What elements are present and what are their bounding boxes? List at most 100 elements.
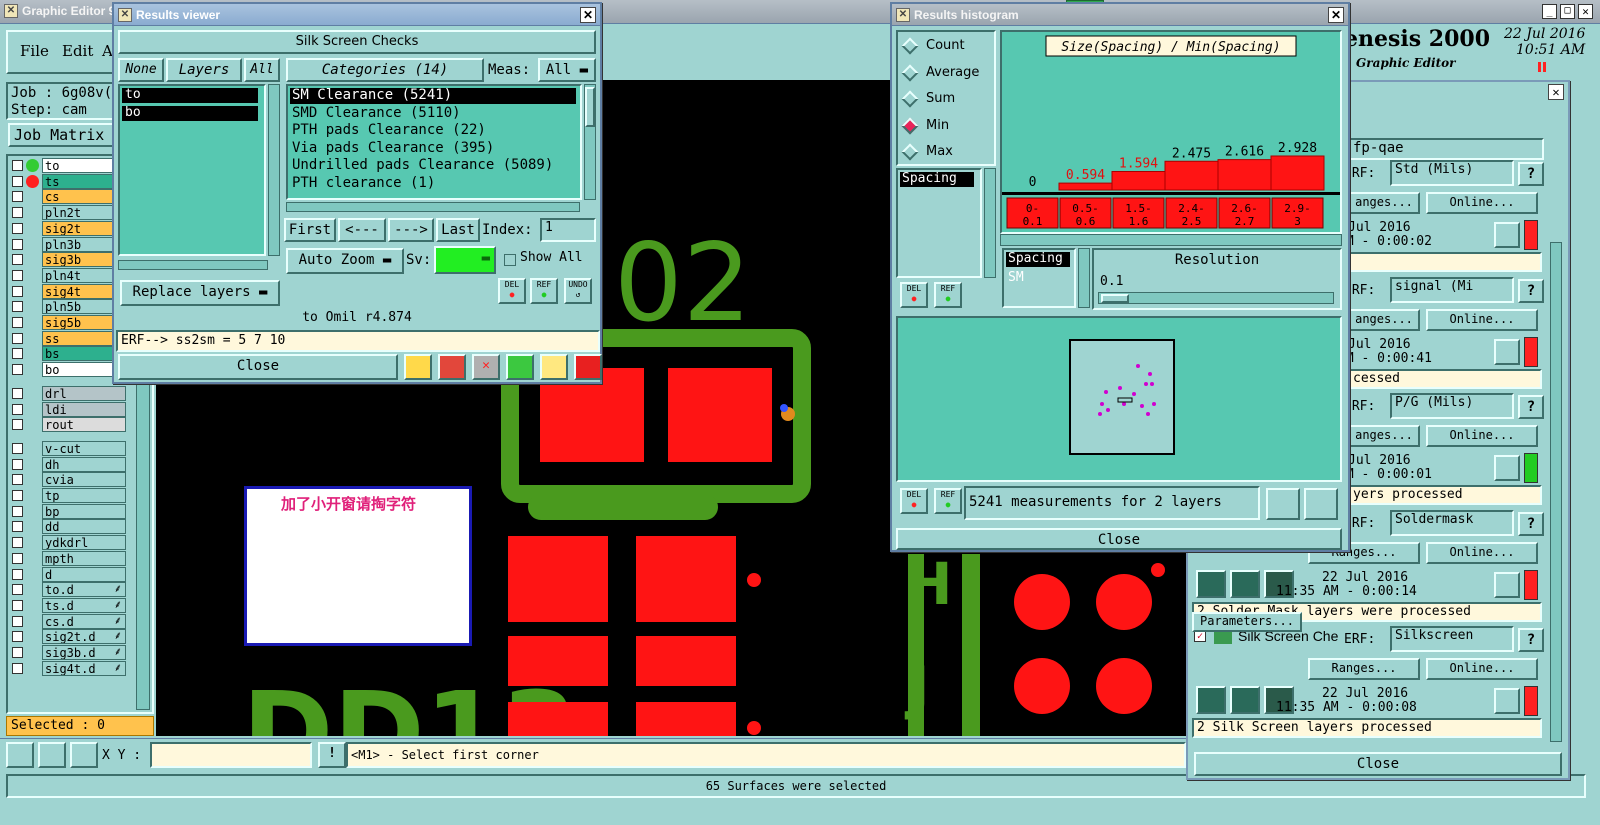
layer-row[interactable]: pln5b [10, 299, 126, 315]
layer-list-scrollbar[interactable] [268, 84, 280, 256]
zoom-results-icon[interactable] [1494, 338, 1520, 365]
minimize-button[interactable]: _ [1542, 4, 1557, 19]
menu-file[interactable]: File [20, 42, 49, 60]
layer-row[interactable]: bp [10, 503, 126, 519]
layer-row[interactable]: sig5b [10, 315, 126, 330]
histogram-titlebar[interactable]: ✕ Results histogram ✕ [892, 4, 1348, 26]
spacing-scrollbar[interactable] [984, 168, 996, 278]
list2-scrollbar[interactable] [1078, 248, 1090, 308]
help-button[interactable]: ? [1518, 395, 1544, 419]
category-item[interactable]: Via pads Clearance (395) [290, 140, 576, 157]
erf-field[interactable]: Soldermask [1390, 509, 1514, 536]
category-list[interactable]: SM Clearance (5241) SMD Clearance (5110) P… [286, 84, 582, 200]
layer-checkbox[interactable] [12, 317, 23, 328]
run-check-icon[interactable] [1196, 686, 1226, 714]
xy-input[interactable] [150, 742, 312, 768]
layer-row[interactable]: sig2t.d ⸙ [10, 629, 126, 645]
zoom-results-icon[interactable] [1494, 222, 1520, 248]
zoom-results-icon[interactable] [1494, 571, 1520, 598]
close-main-button[interactable]: ✕ [1578, 4, 1593, 19]
layer-checkbox[interactable] [12, 285, 23, 297]
result-layer-item[interactable]: to [122, 88, 258, 103]
layer-row[interactable]: pln3b [10, 236, 126, 252]
replace-layers-dropdown[interactable]: Replace layers ▬ [120, 280, 280, 306]
layer-checkbox[interactable] [12, 160, 23, 171]
layer-checkbox[interactable] [12, 175, 23, 187]
category-item[interactable]: SMD Clearance (5110) [290, 105, 576, 122]
layer-checkbox[interactable] [12, 301, 23, 313]
maximize-button[interactable]: □ [1560, 4, 1575, 19]
layer-row[interactable]: sig4t [10, 283, 126, 299]
layer-list2[interactable]: Spacing SM [1002, 248, 1076, 308]
layer-checkbox[interactable] [12, 207, 23, 219]
layer-row[interactable]: ts [10, 173, 126, 189]
sv-color-dropdown[interactable]: ▬ [434, 246, 496, 274]
layer-row[interactable]: to.d ⸙ [10, 582, 126, 598]
notes-icon[interactable] [540, 354, 568, 380]
report-icon[interactable] [404, 354, 432, 380]
layer-row[interactable]: sig2t [10, 220, 126, 236]
zoom-results-icon[interactable] [1494, 688, 1520, 714]
layer-checkbox[interactable] [12, 584, 23, 596]
hist-del-icon[interactable]: DEL ● [900, 282, 928, 308]
ranges-button[interactable]: anges... [1348, 425, 1420, 447]
category-item[interactable]: Undrilled pads Clearance (5089) [290, 158, 576, 174]
hist-ref-icon[interactable]: REF ● [934, 282, 962, 308]
last-button[interactable]: Last [436, 218, 480, 242]
erf-field[interactable]: Std (Mils) [1390, 160, 1514, 186]
layer-row[interactable]: v-cut [10, 440, 126, 456]
help-button[interactable]: ? [1518, 511, 1544, 536]
category-item[interactable]: PTH pads Clearance (22) [290, 123, 576, 139]
layer-checkbox[interactable] [12, 442, 23, 454]
layer-checkbox[interactable] [12, 521, 23, 533]
erf-scrollbar[interactable] [1550, 242, 1562, 742]
viewer-titlebar[interactable]: ✕ Results viewer ✕ [114, 4, 600, 26]
stat-option-min[interactable]: Min [901, 116, 992, 138]
ranges-button[interactable]: anges... [1348, 308, 1420, 331]
layer-row[interactable]: dh [10, 456, 126, 472]
zoom-out-icon[interactable] [1304, 488, 1338, 520]
scroll-thumb[interactable] [585, 87, 595, 127]
online-button[interactable]: Online... [1426, 192, 1538, 214]
layer-checkbox[interactable] [12, 615, 23, 627]
layer-row[interactable]: bo⸙ [10, 362, 126, 378]
layer-row[interactable]: tp [10, 488, 126, 503]
preview-ref-icon[interactable]: REF ● [934, 488, 962, 514]
viewer-close-icon[interactable]: ✕ [580, 7, 596, 23]
menu-edit[interactable]: Edit [62, 42, 93, 60]
layer-row[interactable]: dd [10, 519, 126, 535]
stat-option-count[interactable]: Count [901, 36, 992, 58]
layer-checkbox[interactable] [12, 647, 23, 658]
all-layers-button[interactable]: All [244, 58, 280, 82]
zoom-results-icon[interactable] [1494, 455, 1520, 481]
erf-close-button[interactable]: Close [1194, 752, 1562, 776]
help-button[interactable]: ? [1518, 628, 1544, 652]
none-button[interactable]: None [118, 58, 164, 82]
histogram-icon[interactable] [574, 354, 602, 380]
ranges-button[interactable]: Ranges... [1308, 658, 1420, 680]
category-hscroll[interactable] [286, 202, 580, 212]
online-button[interactable]: Online... [1426, 308, 1538, 331]
layer-checkbox[interactable] [12, 505, 23, 517]
first-button[interactable]: First [284, 218, 336, 242]
stat-option-max[interactable]: Max [901, 142, 992, 164]
viewer-close-button[interactable]: Close [118, 354, 398, 380]
layer-row[interactable]: sig3b.d ⸙ [10, 645, 126, 660]
layer-row[interactable]: sig4t.d ⸙ [10, 660, 126, 676]
category-item[interactable]: SM Clearance (5241) [290, 88, 576, 104]
run-check-icon[interactable] [1196, 569, 1226, 598]
layer-checkbox[interactable] [12, 568, 23, 580]
layer-row[interactable]: mpth [10, 550, 126, 566]
del-icon[interactable]: DEL ● [498, 278, 526, 304]
print-icon[interactable] [438, 354, 466, 380]
stat-option-average[interactable]: Average [901, 63, 992, 85]
category-scrollbar[interactable] [584, 84, 596, 200]
layer-checkbox[interactable] [12, 631, 23, 643]
auto-zoom-dropdown[interactable]: Auto Zoom ▬ [286, 248, 404, 274]
help-button[interactable]: ? [1518, 162, 1544, 186]
chart-hscroll[interactable] [1000, 234, 1342, 246]
layer-row[interactable]: ydkdrl [10, 535, 126, 551]
layers-button[interactable]: Layers [166, 58, 242, 82]
categories-button[interactable]: Categories (14) [286, 58, 484, 82]
erf-field[interactable]: P/G (Mils) [1390, 393, 1514, 419]
